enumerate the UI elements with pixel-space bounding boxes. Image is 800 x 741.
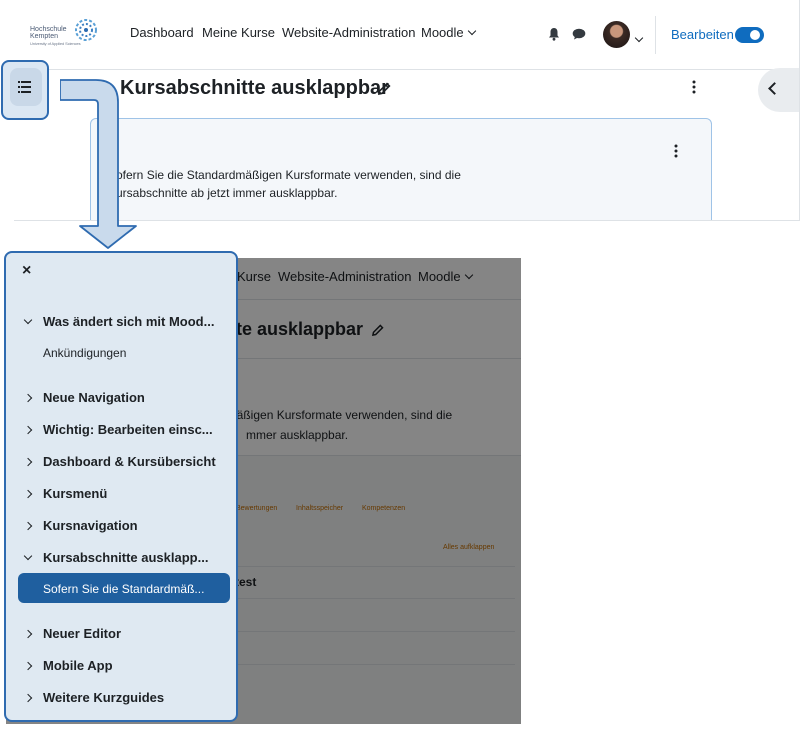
list-icon-line: [21, 86, 31, 88]
chevron-right-icon: [23, 489, 33, 499]
chevron-right-icon: [23, 425, 33, 435]
drawer-item-important-editing[interactable]: Wichtig: Bearbeiten einsc...: [23, 422, 213, 437]
navbar: Hochschule Kempten University of Applied…: [14, 0, 799, 70]
drawer-item-label: Wichtig: Bearbeiten einsc...: [43, 422, 213, 437]
course-index-toggle[interactable]: [10, 68, 42, 106]
close-icon[interactable]: ×: [22, 262, 31, 280]
chevron-right-icon: [23, 629, 33, 639]
drawer-item-label: Kursnavigation: [43, 518, 138, 533]
drawer-item-course-navigation[interactable]: Kursnavigation: [23, 518, 138, 533]
list-icon-line: [21, 81, 31, 83]
summary-line-2: Kursabschnitte ab jetzt immer ausklappba…: [108, 186, 338, 200]
chevron-down-icon: [467, 26, 476, 36]
nav-my-courses[interactable]: Meine Kurse: [202, 25, 275, 40]
logo-line-3: University of Applied Sciences: [30, 41, 81, 46]
callout-arrow-icon: [60, 79, 137, 249]
logo-line-2: Kempten: [30, 33, 59, 40]
drawer-item-label: Kursmenü: [43, 486, 108, 501]
drawer-item-label: Was ändert sich mit Mood...: [43, 314, 215, 329]
list-icon-dot: [18, 86, 20, 88]
drawer-item-label: Dashboard & Kursübersicht: [43, 454, 216, 469]
nav-moodle-label: Moodle: [421, 25, 464, 40]
drawer-subitem-announcements[interactable]: Ankündigungen: [43, 346, 126, 360]
university-logo[interactable]: Hochschule Kempten University of Applied…: [30, 18, 112, 52]
list-icon-line: [21, 91, 31, 93]
navbar-divider: [655, 16, 656, 54]
list-icon-dot: [18, 81, 20, 83]
chevron-down-icon: [23, 315, 33, 325]
user-menu-chevron[interactable]: [634, 31, 644, 49]
toggle-knob: [750, 30, 760, 40]
edit-mode-label: Bearbeiten: [671, 27, 734, 42]
chevron-right-icon: [23, 693, 33, 703]
drawer-item-dashboard[interactable]: Dashboard & Kursübersicht: [23, 454, 216, 469]
bell-icon[interactable]: [548, 27, 560, 41]
drawer-item-mobile-app[interactable]: Mobile App: [23, 658, 113, 673]
page-title: Kursabschnitte ausklappbar: [120, 77, 389, 99]
drawer-item-more-guides[interactable]: Weitere Kurzguides: [23, 690, 165, 705]
drawer-item-label: Mobile App: [43, 658, 113, 673]
drawer-item-collapsible-sections[interactable]: Kursabschnitte ausklapp...: [23, 550, 209, 565]
list-icon-dot: [18, 91, 20, 93]
drawer-item-new-navigation[interactable]: Neue Navigation: [23, 390, 145, 405]
user-avatar[interactable]: [603, 21, 630, 48]
nav-moodle[interactable]: Moodle: [421, 25, 476, 40]
drawer-item-what-changes[interactable]: Was ändert sich mit Mood...: [23, 314, 215, 329]
nav-site-admin[interactable]: Website-Administration: [282, 25, 415, 40]
pencil-icon[interactable]: [378, 82, 391, 95]
chevron-down-icon: [23, 551, 33, 561]
drawer-subitem-active-label: Sofern Sie die Standardmäß...: [43, 582, 205, 596]
section-summary: Sofern Sie die Standardmäßigen Kursforma…: [108, 166, 508, 202]
drawer-item-label: Neue Navigation: [43, 390, 145, 405]
drawer-item-label: Weitere Kurzguides: [43, 690, 165, 705]
drawer-item-label: Kursabschnitte ausklapp...: [43, 550, 209, 565]
chat-icon[interactable]: [572, 28, 586, 40]
chevron-right-icon: [23, 661, 33, 671]
chevron-right-icon: [23, 393, 33, 403]
kebab-menu-icon[interactable]: [692, 80, 696, 94]
card-kebab-menu-icon[interactable]: [674, 144, 678, 158]
chevron-right-icon: [23, 457, 33, 467]
logo-spiral-icon: [75, 19, 97, 41]
summary-line-1: Sofern Sie die Standardmäßigen Kursforma…: [108, 168, 461, 182]
chevron-right-icon: [23, 521, 33, 531]
drawer-item-course-menu[interactable]: Kursmenü: [23, 486, 108, 501]
drawer-item-label: Neuer Editor: [43, 626, 122, 641]
drawer-item-new-editor[interactable]: Neuer Editor: [23, 626, 122, 641]
chevron-down-icon: [634, 33, 644, 43]
nav-dashboard[interactable]: Dashboard: [130, 25, 194, 40]
